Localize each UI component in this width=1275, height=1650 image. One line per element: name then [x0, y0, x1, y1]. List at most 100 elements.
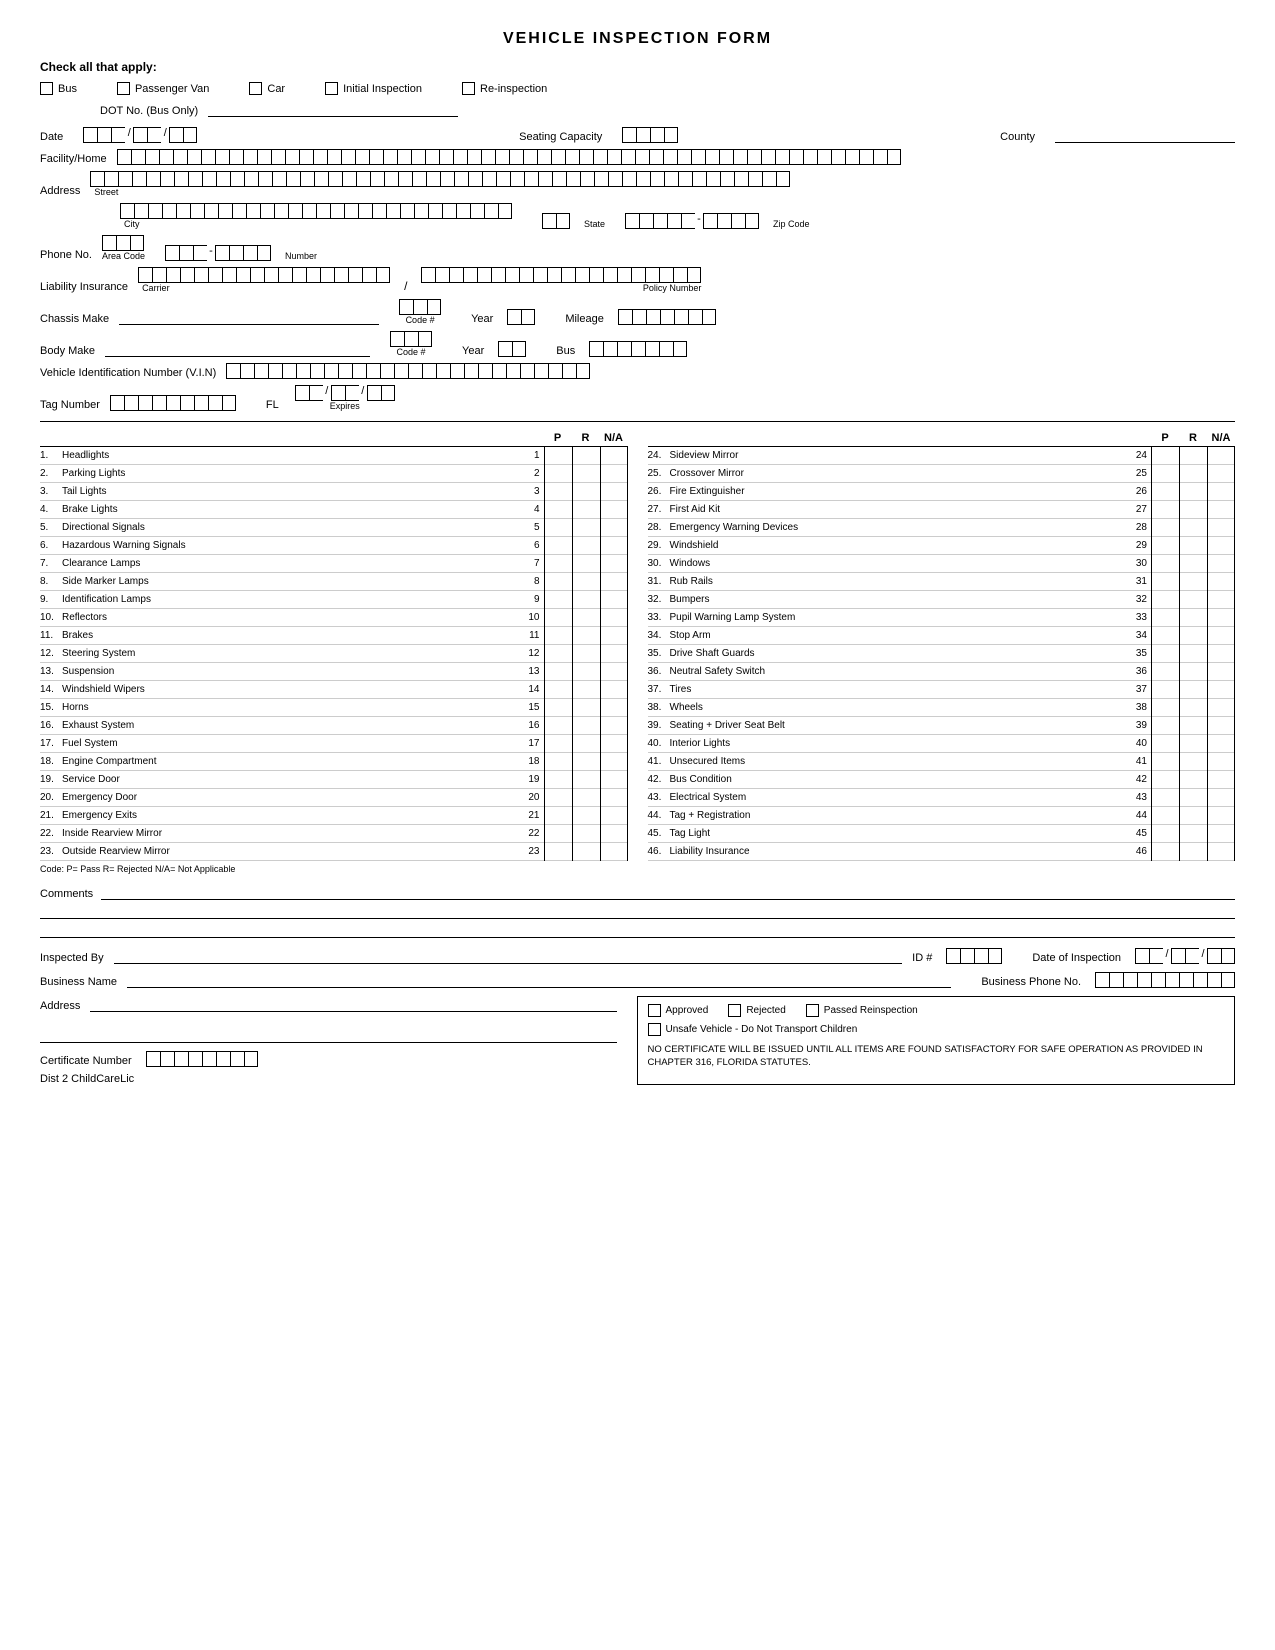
na-cell[interactable] — [1207, 555, 1235, 573]
na-cell[interactable] — [600, 627, 628, 645]
county-field[interactable] — [1055, 127, 1235, 143]
na-cell[interactable] — [600, 807, 628, 825]
na-cell[interactable] — [1207, 843, 1235, 861]
na-cell[interactable] — [600, 825, 628, 843]
p-cell[interactable] — [1151, 501, 1179, 519]
car-checkbox[interactable]: Car — [249, 82, 285, 95]
r-cell[interactable] — [572, 681, 600, 699]
comments-field[interactable] — [101, 884, 1235, 900]
p-cell[interactable] — [1151, 591, 1179, 609]
na-cell[interactable] — [1207, 501, 1235, 519]
p-cell[interactable] — [1151, 573, 1179, 591]
na-cell[interactable] — [600, 591, 628, 609]
na-cell[interactable] — [1207, 519, 1235, 537]
na-cell[interactable] — [600, 573, 628, 591]
p-cell[interactable] — [544, 663, 572, 681]
p-cell[interactable] — [544, 483, 572, 501]
na-cell[interactable] — [600, 753, 628, 771]
p-cell[interactable] — [1151, 771, 1179, 789]
p-cell[interactable] — [1151, 753, 1179, 771]
p-cell[interactable] — [544, 447, 572, 465]
r-cell[interactable] — [1179, 681, 1207, 699]
p-cell[interactable] — [544, 717, 572, 735]
p-cell[interactable] — [1151, 789, 1179, 807]
p-cell[interactable] — [544, 807, 572, 825]
r-cell[interactable] — [572, 771, 600, 789]
na-cell[interactable] — [600, 843, 628, 861]
r-cell[interactable] — [572, 735, 600, 753]
p-cell[interactable] — [544, 519, 572, 537]
r-cell[interactable] — [1179, 843, 1207, 861]
business-name-field[interactable] — [127, 972, 951, 988]
r-cell[interactable] — [1179, 465, 1207, 483]
na-cell[interactable] — [600, 519, 628, 537]
na-cell[interactable] — [1207, 753, 1235, 771]
r-cell[interactable] — [1179, 735, 1207, 753]
r-cell[interactable] — [1179, 537, 1207, 555]
r-cell[interactable] — [572, 753, 600, 771]
na-cell[interactable] — [600, 555, 628, 573]
rejected-checkbox-box[interactable] — [728, 1004, 741, 1017]
r-cell[interactable] — [1179, 627, 1207, 645]
r-cell[interactable] — [1179, 753, 1207, 771]
r-cell[interactable] — [1179, 717, 1207, 735]
passed-reinspection-checkbox[interactable]: Passed Reinspection — [806, 1003, 918, 1018]
p-cell[interactable] — [1151, 735, 1179, 753]
na-cell[interactable] — [1207, 735, 1235, 753]
r-cell[interactable] — [1179, 789, 1207, 807]
initial-inspection-checkbox[interactable]: Initial Inspection — [325, 82, 422, 95]
na-cell[interactable] — [1207, 537, 1235, 555]
na-cell[interactable] — [600, 699, 628, 717]
p-cell[interactable] — [544, 825, 572, 843]
r-cell[interactable] — [572, 663, 600, 681]
r-cell[interactable] — [1179, 825, 1207, 843]
p-cell[interactable] — [544, 771, 572, 789]
na-cell[interactable] — [1207, 699, 1235, 717]
p-cell[interactable] — [544, 645, 572, 663]
p-cell[interactable] — [544, 627, 572, 645]
r-cell[interactable] — [1179, 501, 1207, 519]
na-cell[interactable] — [600, 735, 628, 753]
na-cell[interactable] — [1207, 627, 1235, 645]
na-cell[interactable] — [1207, 717, 1235, 735]
na-cell[interactable] — [1207, 591, 1235, 609]
dot-field[interactable] — [208, 101, 458, 117]
body-field[interactable] — [105, 341, 370, 357]
p-cell[interactable] — [544, 465, 572, 483]
p-cell[interactable] — [544, 537, 572, 555]
r-cell[interactable] — [1179, 699, 1207, 717]
reinspection-checkbox-box[interactable] — [462, 82, 475, 95]
approved-checkbox-box[interactable] — [648, 1004, 661, 1017]
r-cell[interactable] — [572, 483, 600, 501]
r-cell[interactable] — [572, 699, 600, 717]
na-cell[interactable] — [600, 501, 628, 519]
p-cell[interactable] — [1151, 609, 1179, 627]
passenger-van-checkbox[interactable]: Passenger Van — [117, 82, 209, 95]
reinspection-checkbox[interactable]: Re-inspection — [462, 82, 547, 95]
r-cell[interactable] — [572, 807, 600, 825]
bus-checkbox[interactable]: Bus — [40, 82, 77, 95]
na-cell[interactable] — [600, 771, 628, 789]
r-cell[interactable] — [1179, 483, 1207, 501]
r-cell[interactable] — [572, 645, 600, 663]
p-cell[interactable] — [1151, 843, 1179, 861]
p-cell[interactable] — [1151, 717, 1179, 735]
r-cell[interactable] — [1179, 663, 1207, 681]
r-cell[interactable] — [572, 609, 600, 627]
na-cell[interactable] — [600, 681, 628, 699]
na-cell[interactable] — [1207, 771, 1235, 789]
r-cell[interactable] — [1179, 591, 1207, 609]
p-cell[interactable] — [544, 753, 572, 771]
bottom-address-field[interactable] — [90, 996, 616, 1012]
na-cell[interactable] — [1207, 447, 1235, 465]
r-cell[interactable] — [572, 537, 600, 555]
rejected-checkbox[interactable]: Rejected — [728, 1003, 785, 1018]
p-cell[interactable] — [544, 735, 572, 753]
p-cell[interactable] — [1151, 555, 1179, 573]
r-cell[interactable] — [572, 555, 600, 573]
p-cell[interactable] — [544, 843, 572, 861]
r-cell[interactable] — [572, 627, 600, 645]
p-cell[interactable] — [544, 501, 572, 519]
p-cell[interactable] — [1151, 483, 1179, 501]
p-cell[interactable] — [1151, 699, 1179, 717]
